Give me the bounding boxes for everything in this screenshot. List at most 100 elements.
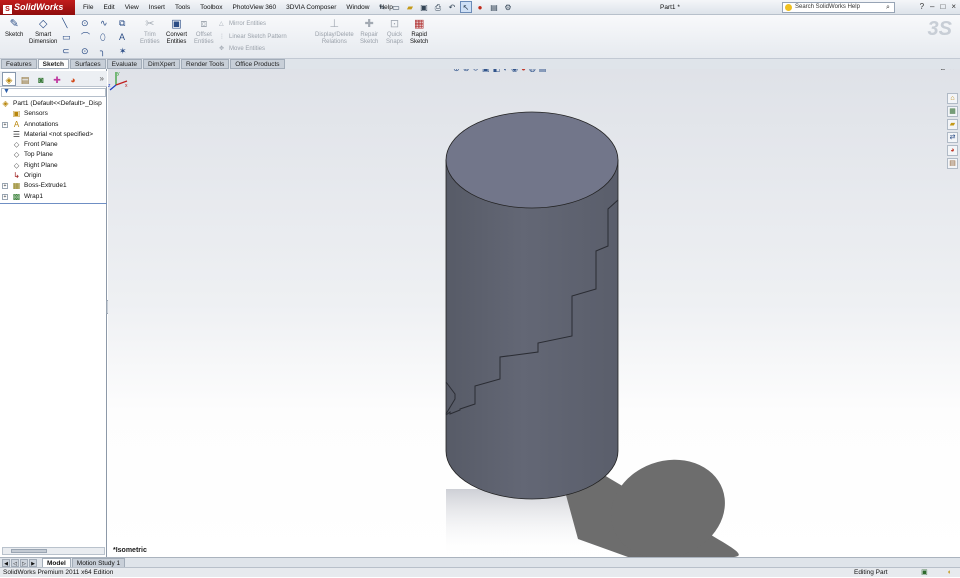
linear-pattern-button[interactable]: ⋮ Linear Sketch Pattern xyxy=(219,31,287,44)
tab-render-tools[interactable]: Render Tools xyxy=(181,59,230,69)
rapid-sketch-button[interactable]: ▦ Rapid Sketch xyxy=(410,17,428,46)
maximize-button[interactable]: □ xyxy=(940,1,945,13)
tree-item-front-plane[interactable]: ⬦ Front Plane xyxy=(0,140,107,150)
undo-icon[interactable]: ↶ xyxy=(446,1,458,13)
new-document-icon[interactable]: ▭ xyxy=(390,1,402,13)
horizontal-scrollbar[interactable] xyxy=(2,547,105,555)
hide-show-items-icon[interactable]: ◉ xyxy=(511,69,518,75)
zoom-to-area-icon[interactable]: ⊗ xyxy=(463,69,470,75)
dimxpert-manager-tab-icon[interactable]: ✚ xyxy=(50,72,64,86)
feature-manager-tab-icon[interactable]: ◈ xyxy=(2,72,16,86)
prev-tab-icon[interactable]: ◁ xyxy=(11,559,19,567)
select-icon[interactable]: ↖ xyxy=(460,1,472,13)
previous-view-icon[interactable]: ↺ xyxy=(472,69,479,75)
tab-office-products[interactable]: Office Products xyxy=(230,59,285,69)
menu-toolbox[interactable]: Toolbox xyxy=(195,0,227,15)
quick-snaps-button[interactable]: ⊡ Quick Snaps xyxy=(386,17,403,46)
offset-entities-button[interactable]: ⧈ Offset Entities xyxy=(194,17,214,46)
slot-icon[interactable]: ⊂ xyxy=(62,44,81,58)
section-view-icon[interactable]: ▣ xyxy=(482,69,490,75)
solidworks-resources-icon[interactable]: ⌂ xyxy=(947,93,958,104)
viewport-restore-icon[interactable]: ⧉ xyxy=(940,69,945,75)
scroll-thumb[interactable] xyxy=(11,549,47,553)
pin-icon[interactable]: ✎ xyxy=(376,1,388,13)
help-button[interactable]: ? xyxy=(920,1,924,13)
view-palette-icon[interactable]: ⇄ xyxy=(947,132,958,143)
tree-item-right-plane[interactable]: ⬦ Right Plane xyxy=(0,161,107,171)
move-entities-button[interactable]: ✥ Move Entities xyxy=(219,43,287,56)
appearances-icon[interactable]: ◕ xyxy=(947,145,958,156)
apply-scene-icon[interactable]: ◍ xyxy=(529,69,536,75)
ellipse-icon[interactable]: ⬯ xyxy=(100,30,119,44)
sketch-button[interactable]: ✎ Sketch xyxy=(5,17,23,39)
tab-dimxpert[interactable]: DimXpert xyxy=(142,59,181,69)
design-library-icon[interactable]: ▦ xyxy=(947,106,958,117)
view-orientation-icon[interactable]: ◧ xyxy=(493,69,501,75)
close-button[interactable]: × xyxy=(951,1,956,13)
tree-root-part[interactable]: ◈ Part1 (Default<<Default>_Disp xyxy=(0,99,107,109)
menu-photoview[interactable]: PhotoView 360 xyxy=(228,0,282,15)
options-icon[interactable]: ⚙ xyxy=(502,1,514,13)
mirror-entities-button[interactable]: △ Mirror Entities xyxy=(219,18,287,31)
custom-properties-icon[interactable]: ▤ xyxy=(947,158,958,169)
graphics-area[interactable]: ⊕ ⊗ ↺ ▣ ◧ ◐ ◉ ● ◍ ▤ – ⧉ × ⌂ ▦ ▰ ⇄ ◕ ▤ y … xyxy=(108,69,960,557)
spline-icon[interactable]: ∿ xyxy=(100,16,119,30)
zoom-to-fit-icon[interactable]: ⊕ xyxy=(453,69,460,75)
repair-sketch-button[interactable]: ✚ Repair Sketch xyxy=(360,17,378,46)
trim-entities-button[interactable]: ✂ Trim Entities xyxy=(140,17,160,46)
expand-icon[interactable]: + xyxy=(2,183,8,190)
point-icon[interactable]: ✶ xyxy=(119,44,138,58)
minimize-button[interactable]: – xyxy=(930,1,934,13)
rebuild-icon[interactable]: ● xyxy=(474,1,486,13)
rectangle-icon[interactable]: ▭ xyxy=(62,30,81,44)
menu-view[interactable]: View xyxy=(120,0,144,15)
tab-features[interactable]: Features xyxy=(1,59,37,69)
tree-item-wrap1[interactable]: + ▩ Wrap1 xyxy=(0,192,107,202)
menu-insert[interactable]: Insert xyxy=(144,0,170,15)
circle-icon[interactable]: ⊙ xyxy=(81,16,100,30)
text-icon[interactable]: A xyxy=(119,30,138,44)
tree-item-origin[interactable]: ↳ Origin xyxy=(0,171,107,181)
print-icon[interactable]: ⎙ xyxy=(432,1,444,13)
viewport-close-icon[interactable]: × xyxy=(950,69,954,75)
next-tab-icon[interactable]: ▷ xyxy=(20,559,28,567)
rollback-bar[interactable] xyxy=(0,203,107,204)
line-icon[interactable]: ╲ xyxy=(62,16,81,30)
display-delete-relations-button[interactable]: ⊥ Display/Delete Relations xyxy=(315,17,354,46)
expand-pane-icon[interactable]: » xyxy=(100,74,104,83)
tree-item-annotations[interactable]: + A Annotations xyxy=(0,120,107,130)
save-icon[interactable]: ▣ xyxy=(418,1,430,13)
edit-appearance-icon[interactable]: ● xyxy=(521,69,526,75)
help-status-icon[interactable]: ◐ xyxy=(948,569,952,577)
file-explorer-icon[interactable]: ▰ xyxy=(947,119,958,130)
menu-window[interactable]: Window xyxy=(341,0,374,15)
configuration-manager-tab-icon[interactable]: ◙ xyxy=(34,72,48,86)
view-settings-icon[interactable]: ▤ xyxy=(539,69,547,75)
arc-icon[interactable]: ⌒ xyxy=(81,30,100,44)
display-manager-tab-icon[interactable]: ◕ xyxy=(66,72,80,86)
tree-item-boss-extrude1[interactable]: + ▦ Boss-Extrude1 xyxy=(0,181,107,191)
solidworks-logo[interactable]: S SolidWorks xyxy=(0,0,75,15)
menu-edit[interactable]: Edit xyxy=(98,0,119,15)
tab-sketch[interactable]: Sketch xyxy=(37,59,69,69)
polygon-icon[interactable]: ⊙ xyxy=(81,44,100,58)
viewport-minimize-icon[interactable]: – xyxy=(931,69,935,75)
tab-evaluate[interactable]: Evaluate xyxy=(106,59,142,69)
tree-item-top-plane[interactable]: ⬦ Top Plane xyxy=(0,150,107,160)
tree-item-material[interactable]: ☰ Material <not specified> xyxy=(0,130,107,140)
open-icon[interactable]: ▰ xyxy=(404,1,416,13)
tree-filter-input[interactable]: ▼ xyxy=(1,88,106,97)
convert-entities-button[interactable]: ▣ Convert Entities xyxy=(166,17,187,46)
tree-item-sensors[interactable]: ▣ Sensors xyxy=(0,109,107,119)
sketch-point-icon[interactable]: ⧉ xyxy=(119,16,138,30)
first-tab-icon[interactable]: ◀ xyxy=(2,559,10,567)
property-manager-tab-icon[interactable]: ▤ xyxy=(18,72,32,86)
tab-surfaces[interactable]: Surfaces xyxy=(69,59,106,69)
smart-dimension-button[interactable]: ◇ Smart Dimension xyxy=(29,17,57,46)
expand-icon[interactable]: + xyxy=(2,121,8,128)
fillet-icon[interactable]: ╮ xyxy=(100,44,119,58)
search-icon[interactable]: ⌕ xyxy=(883,3,893,12)
menu-tools[interactable]: Tools xyxy=(170,0,195,15)
menu-file[interactable]: File xyxy=(78,0,98,15)
menu-3dvia[interactable]: 3DVIA Composer xyxy=(281,0,341,15)
